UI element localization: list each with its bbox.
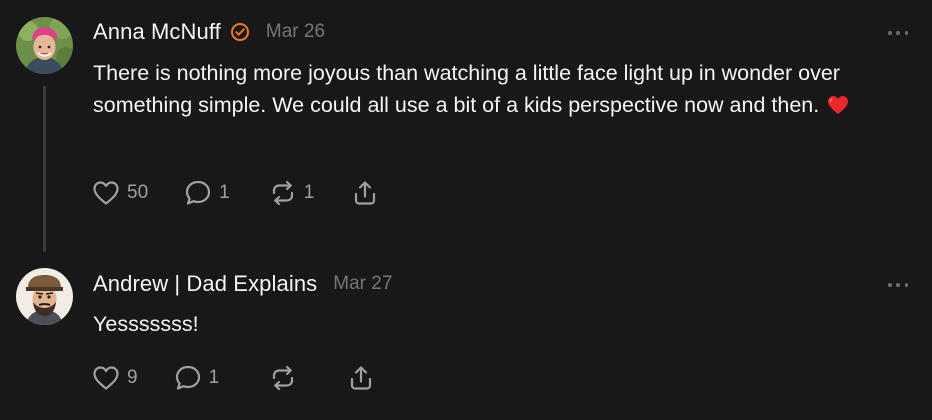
repost-button[interactable] <box>269 364 297 392</box>
like-button[interactable]: 9 <box>92 365 138 391</box>
reply-count: 1 <box>208 367 220 388</box>
share-button[interactable] <box>347 364 375 392</box>
repost-icon <box>269 179 297 207</box>
timestamp[interactable]: Mar 27 <box>333 273 392 295</box>
post-header: Andrew | Dad Explains Mar 27 <box>93 271 392 297</box>
heart-icon <box>92 365 120 391</box>
repost-icon <box>269 364 297 392</box>
like-count: 50 <box>127 182 149 203</box>
heart-icon <box>92 180 120 206</box>
share-button[interactable] <box>351 179 379 207</box>
share-icon <box>347 364 375 392</box>
repost-button[interactable]: 1 <box>269 179 315 207</box>
comment-icon <box>174 364 202 392</box>
like-button[interactable]: 50 <box>92 180 148 206</box>
post-text: There is nothing more joyous than watchi… <box>93 57 923 124</box>
share-icon <box>351 179 379 207</box>
thread-connector-line <box>43 86 46 252</box>
reply-button[interactable]: 1 <box>174 364 220 392</box>
post-actions: 9 1 <box>92 364 375 392</box>
username[interactable]: Andrew | Dad Explains <box>93 271 317 297</box>
reply-button[interactable]: 1 <box>184 179 230 207</box>
like-count: 9 <box>127 367 138 388</box>
username[interactable]: Anna McNuff <box>93 19 221 45</box>
more-icon[interactable] <box>888 281 908 289</box>
comment-icon <box>184 179 212 207</box>
more-icon[interactable] <box>888 29 908 37</box>
avatar[interactable] <box>16 268 73 325</box>
verified-icon <box>230 22 250 42</box>
post-text-content: There is nothing more joyous than watchi… <box>93 61 840 117</box>
post-header: Anna McNuff Mar 26 <box>93 19 325 45</box>
thread-view: Anna McNuff Mar 26 There is nothing more… <box>0 0 932 420</box>
post-text: Yesssssss! <box>93 308 923 340</box>
timestamp[interactable]: Mar 26 <box>266 21 325 43</box>
avatar[interactable] <box>16 17 73 74</box>
post-actions: 50 1 1 <box>92 179 379 207</box>
post-text-content: Yesssssss! <box>93 312 199 336</box>
red-heart-emoji-icon <box>827 92 849 124</box>
repost-count: 1 <box>303 182 315 203</box>
reply-count: 1 <box>219 182 230 203</box>
